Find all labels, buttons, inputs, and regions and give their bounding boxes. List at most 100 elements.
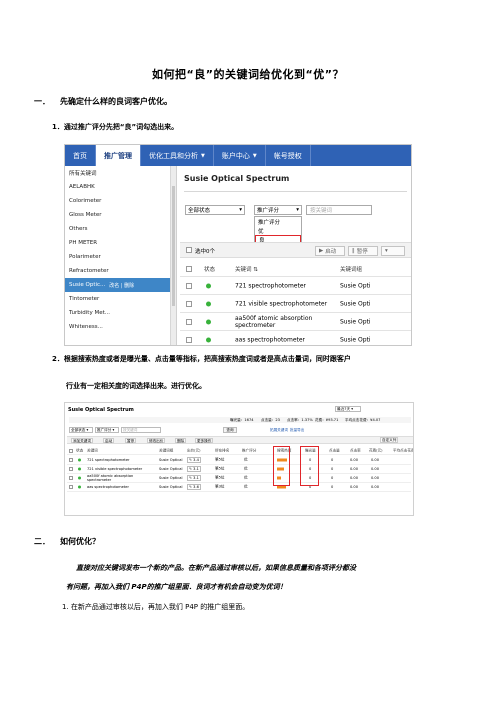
dropdown-option-you[interactable]: 优 (255, 226, 301, 235)
nav-tab-4[interactable]: 帐号授权 (266, 145, 311, 166)
select-all-checkbox[interactable] (186, 247, 192, 253)
score-filter-value: 推广评分 (97, 428, 112, 432)
toolbar-button[interactable]: 更多操作 (195, 438, 214, 443)
date-range-select[interactable]: 最近7天 ▾ (335, 406, 361, 412)
toolbar-button[interactable]: 添加关键词 (71, 438, 93, 443)
row-keyword: 721 visible spectrophotometer (87, 467, 143, 471)
table-row[interactable]: 721 spectrophotometer Susie Opti (180, 277, 411, 295)
row-cost: 0.00 (371, 485, 380, 489)
row-bid[interactable]: ✎ 3.4 (187, 457, 201, 463)
search-button[interactable]: 查询 (223, 427, 237, 433)
sidebar-item[interactable]: Colorimeter (65, 194, 176, 208)
sidebar-item[interactable]: Whiteness... (65, 320, 176, 334)
table-row[interactable]: aas spectrophotometer Susie Optical ✎ 3.6 第… (67, 483, 411, 492)
status-filter-select[interactable]: 全部状态 ▾ (69, 427, 93, 433)
scrollbar-thumb[interactable] (172, 186, 175, 306)
row-checkbox[interactable] (69, 485, 73, 489)
nav-tab-0[interactable]: 首页 (65, 145, 96, 166)
pause-button[interactable]: ‖ 暂停 (348, 246, 378, 256)
toolbar-button[interactable]: 修改出价 (147, 438, 166, 443)
column-header[interactable]: 关键词组 (159, 448, 173, 453)
edit-icon: ✎ (189, 485, 193, 489)
divider (184, 191, 407, 192)
column-header[interactable]: 关键词 (87, 448, 98, 453)
report-header-row: 状态 关键词 关键词组 出价(元) 所在排名 推广评分 搜索热度 曝光量 点击量 点击率 花费(元)… (67, 447, 413, 455)
sidebar-item[interactable]: Gloss Meter (65, 208, 176, 222)
row-checkbox[interactable] (186, 318, 192, 325)
start-button[interactable]: ▶ 启动 (315, 246, 345, 256)
header-keyword[interactable]: 关键词 ⇅ (235, 265, 258, 273)
column-header[interactable]: 平均点击花费(元) (393, 448, 413, 453)
row-checkbox[interactable] (186, 300, 192, 307)
score-filter-select[interactable]: 推广评分 ▾ (95, 427, 119, 433)
more-button[interactable]: ▾ (381, 246, 405, 256)
nav-tab-2[interactable]: 优化工具和分析 ▼ (141, 145, 214, 166)
header-checkbox[interactable] (69, 448, 73, 453)
sidebar-item[interactable]: Polarimeter (65, 250, 176, 264)
column-header[interactable]: 推广评分 (242, 448, 256, 453)
sidebar-item[interactable]: PH METER (65, 236, 176, 250)
sidebar-item[interactable]: AELABHK (65, 180, 176, 194)
row-keyword: 721 spectrophotometer (87, 458, 130, 462)
table-row[interactable]: 721 spectrophotometer Susie Optical ✎ 3.4 第… (67, 456, 411, 465)
row-bid[interactable]: ✎ 3.6 (187, 484, 201, 490)
chevron-down-icon: ▾ (385, 248, 388, 254)
row-checkbox[interactable] (69, 458, 73, 462)
batch-export-link[interactable]: 批量导出 (290, 428, 304, 433)
table-row[interactable]: aa500f atomic absorption spectrometer Sus… (180, 313, 411, 331)
column-header[interactable]: 出价(元) (187, 448, 201, 453)
nav-tab-1[interactable]: 推广管理 (96, 145, 141, 166)
row-clicks: 0 (331, 458, 334, 462)
keyword-search-input[interactable]: 按关键词 (306, 205, 372, 215)
step-1-text: 1．通过推广评分先把“良”词勾选出来。 (52, 123, 179, 131)
row-bid[interactable]: ✎ 3.1 (187, 466, 201, 472)
row-checkbox[interactable] (186, 282, 192, 289)
sidebar-item[interactable]: Tintometer (65, 292, 176, 306)
status-filter-select[interactable]: 全部状态 ▾ (185, 205, 245, 215)
sidebar-item[interactable]: Turbidity Met... (65, 306, 176, 320)
nav-tab-label: 优化工具和分析 (149, 151, 198, 160)
sidebar-item-label: Refractometer (69, 268, 109, 274)
expand-keywords-link[interactable]: 拓展关键词 (270, 428, 288, 433)
status-filter-value: 全部状态 (188, 208, 211, 214)
column-header[interactable]: 点击量 (329, 448, 340, 453)
row-keyword: 721 spectrophotometer (235, 282, 306, 289)
row-bid[interactable]: ✎ 3.1 (187, 475, 201, 481)
column-header[interactable]: 花费(元) (369, 448, 383, 453)
table-row[interactable]: 721 visible spectrophotometer Susie Optic… (67, 465, 411, 474)
column-header[interactable]: 状态 (76, 448, 83, 453)
row-cost: 0.00 (371, 458, 380, 462)
row-checkbox[interactable] (186, 336, 192, 343)
sidebar-scrollbar[interactable] (170, 166, 176, 345)
row-checkbox[interactable] (69, 476, 73, 480)
table-row[interactable]: aas spectrophotometer Susie Opti (180, 331, 411, 345)
column-header[interactable]: 所在排名 (215, 448, 229, 453)
sidebar-item-label: Polarimeter (69, 254, 101, 260)
toolbar-button[interactable]: 删除 (175, 438, 187, 443)
table-row[interactable]: 721 visible spectrophotometer Susie Opti (180, 295, 411, 313)
row-ctr: 0.00 (350, 467, 359, 471)
column-header[interactable]: 点击率 (350, 448, 361, 453)
toolbar-button[interactable]: 暂停 (125, 438, 137, 443)
rename-delete-links[interactable]: 改名 | 删除 (109, 282, 134, 289)
table-row[interactable]: aa500f atomic absorption spectrometer Sus… (67, 474, 411, 483)
nav-tab-3[interactable]: 账户中心 ▼ (214, 145, 266, 166)
dropdown-option[interactable]: 推广评分 (255, 217, 301, 226)
sidebar-item[interactable]: Others (65, 222, 176, 236)
sidebar-item[interactable]: Refractometer (65, 264, 176, 278)
header-checkbox[interactable] (186, 266, 192, 272)
sidebar-item-label: AELABHK (69, 184, 95, 190)
row-cost: 0.00 (371, 467, 380, 471)
toolbar-button[interactable]: 启动 (103, 438, 115, 443)
row-ctr: 0.00 (350, 485, 359, 489)
row-rank: 第5位 (215, 457, 225, 462)
sidebar-item[interactable]: 所有关键词 (65, 166, 176, 180)
step-2-line-1: 2．根据搜索热度或者是曝光量、点击量等指标，把高搜索热度词或者是高点击量词，同时… (52, 355, 351, 363)
pause-icon: ‖ (352, 248, 355, 254)
row-checkbox[interactable] (69, 467, 73, 471)
keyword-search-input[interactable]: 按关键词 (121, 427, 161, 433)
sidebar-item[interactable]: Susie Optic... 改名 | 删除 (65, 278, 176, 292)
custom-columns-button[interactable]: 自定义列 (380, 437, 399, 443)
score-filter-value: 推广评分 (257, 208, 280, 214)
score-filter-select[interactable]: 推广评分 ▾ (254, 205, 302, 215)
